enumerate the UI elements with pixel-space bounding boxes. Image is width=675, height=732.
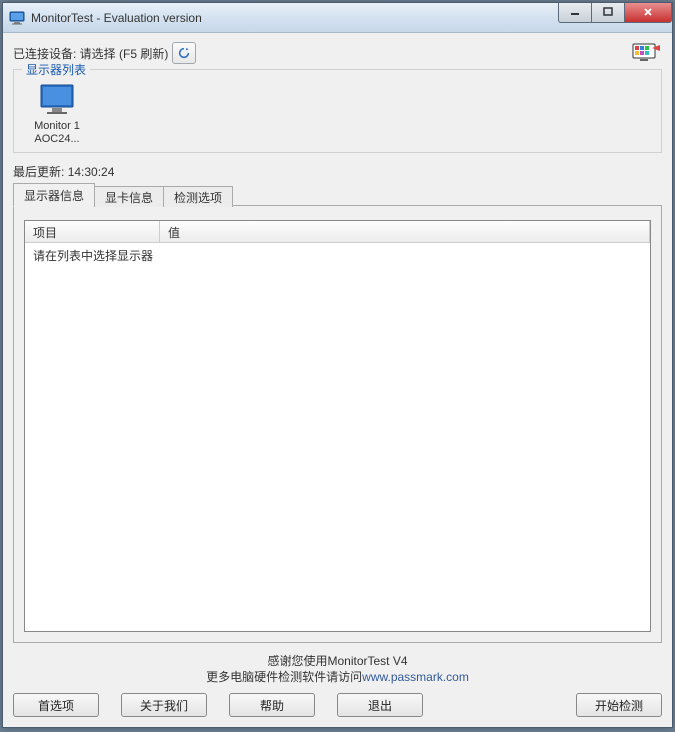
close-button[interactable] [624, 3, 672, 23]
window-title: MonitorTest - Evaluation version [31, 11, 559, 25]
start-test-button[interactable]: 开始检测 [576, 693, 662, 717]
content-area: 已连接设备: 请选择 (F5 刷新) [3, 33, 672, 727]
column-item[interactable]: 项目 [25, 221, 160, 242]
tab-strip: 显示器信息 显卡信息 检测选项 [13, 184, 662, 206]
last-update-label: 最后更新: [13, 165, 64, 179]
refresh-icon [177, 46, 191, 60]
minimize-button[interactable] [558, 3, 592, 23]
table-message: 请在列表中选择显示器 [33, 247, 642, 264]
monitor-list: Monitor 1 AOC24... [22, 74, 653, 146]
footer-text: 感谢您使用MonitorTest V4 更多电脑硬件检测软件请访问www.pas… [13, 653, 662, 685]
tab-gpu-info[interactable]: 显卡信息 [94, 186, 164, 207]
toolbar: 已连接设备: 请选择 (F5 刷新) [13, 39, 662, 67]
monitor-name: Monitor 1 [22, 120, 92, 133]
tab-monitor-info[interactable]: 显示器信息 [13, 183, 95, 207]
monitor-color-icon [630, 42, 662, 64]
titlebar[interactable]: MonitorTest - Evaluation version [3, 3, 672, 33]
monitor-list-group: 显示器列表 Monitor 1 AOC24... [13, 69, 662, 153]
maximize-button[interactable] [591, 3, 625, 23]
passmark-link[interactable]: www.passmark.com [362, 670, 469, 684]
connected-devices-label: 已连接设备: 请选择 (F5 刷新) [13, 45, 168, 62]
footer-line1: 感谢您使用MonitorTest V4 [13, 653, 662, 669]
table-header: 项目 值 [25, 221, 650, 243]
preferences-button[interactable]: 首选项 [13, 693, 99, 717]
last-update-value: 14:30:24 [68, 165, 115, 179]
app-icon [9, 10, 25, 26]
column-value[interactable]: 值 [160, 221, 650, 242]
button-row: 首选项 关于我们 帮助 退出 开始检测 [13, 693, 662, 717]
refresh-button[interactable] [172, 42, 196, 64]
monitor-list-title: 显示器列表 [22, 61, 90, 78]
last-update: 最后更新: 14:30:24 [13, 163, 662, 180]
table-body: 请在列表中选择显示器 [25, 243, 650, 631]
tab-panel: 项目 值 请在列表中选择显示器 [13, 205, 662, 643]
footer-line2: 更多电脑硬件检测软件请访问www.passmark.com [13, 669, 662, 685]
tab-test-options[interactable]: 检测选项 [163, 186, 233, 207]
window-controls [559, 3, 672, 23]
exit-button[interactable]: 退出 [337, 693, 423, 717]
about-button[interactable]: 关于我们 [121, 693, 207, 717]
monitor-icon [22, 80, 92, 120]
app-window: MonitorTest - Evaluation version 已连接设备: … [2, 2, 673, 728]
info-table: 项目 值 请在列表中选择显示器 [24, 220, 651, 632]
monitor-item[interactable]: Monitor 1 AOC24... [22, 80, 92, 146]
help-button[interactable]: 帮助 [229, 693, 315, 717]
monitor-model: AOC24... [22, 133, 92, 146]
